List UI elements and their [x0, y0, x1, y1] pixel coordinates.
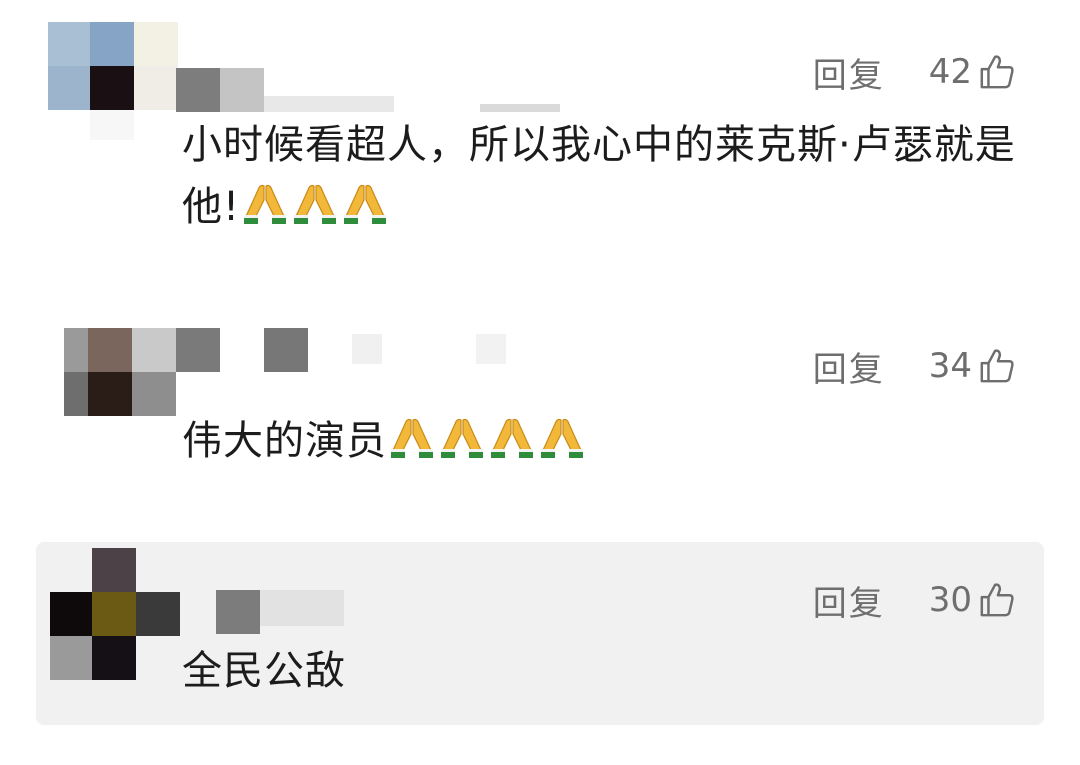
folded-hands-icon: [240, 182, 290, 226]
comment-item: 回复 34 伟大的演员: [0, 300, 1080, 535]
reply-button[interactable]: 回复: [813, 576, 885, 625]
folded-hands-icon: [437, 416, 487, 460]
comment-body: 伟大的演员: [182, 418, 387, 464]
folded-hands-icon: [387, 416, 437, 460]
comment-actions: 回复 30: [813, 580, 1016, 624]
folded-hands-icon: [340, 182, 390, 226]
comment-item: 回复 42 小时候看超人，所以我心中的莱克斯·卢瑟就是他!: [0, 0, 1080, 300]
thumbs-up-icon[interactable]: [978, 53, 1016, 91]
like-count: 42: [928, 52, 972, 92]
like-count: 34: [928, 346, 972, 386]
folded-hands-icon: [487, 416, 537, 460]
comment-actions: 回复 42: [813, 52, 1016, 96]
reply-button[interactable]: 回复: [813, 342, 885, 391]
comment-item-highlighted: 回复 30 全民公敌: [36, 542, 1044, 725]
comment-text: 伟大的演员: [182, 410, 1032, 472]
comment-actions: 回复 34: [813, 346, 1016, 390]
thumbs-up-icon[interactable]: [978, 347, 1016, 385]
comment-list: 回复 42 小时候看超人，所以我心中的莱克斯·卢瑟就是他! 回复 34 伟大的演…: [0, 0, 1080, 765]
thumbs-up-icon[interactable]: [978, 581, 1016, 619]
comment-text: 全民公敌: [182, 640, 1032, 702]
comment-body: 全民公敌: [182, 648, 346, 694]
like-count: 30: [928, 580, 972, 620]
folded-hands-icon: [290, 182, 340, 226]
reply-button[interactable]: 回复: [813, 48, 885, 97]
comment-text: 小时候看超人，所以我心中的莱克斯·卢瑟就是他!: [182, 114, 1032, 238]
folded-hands-icon: [537, 416, 587, 460]
